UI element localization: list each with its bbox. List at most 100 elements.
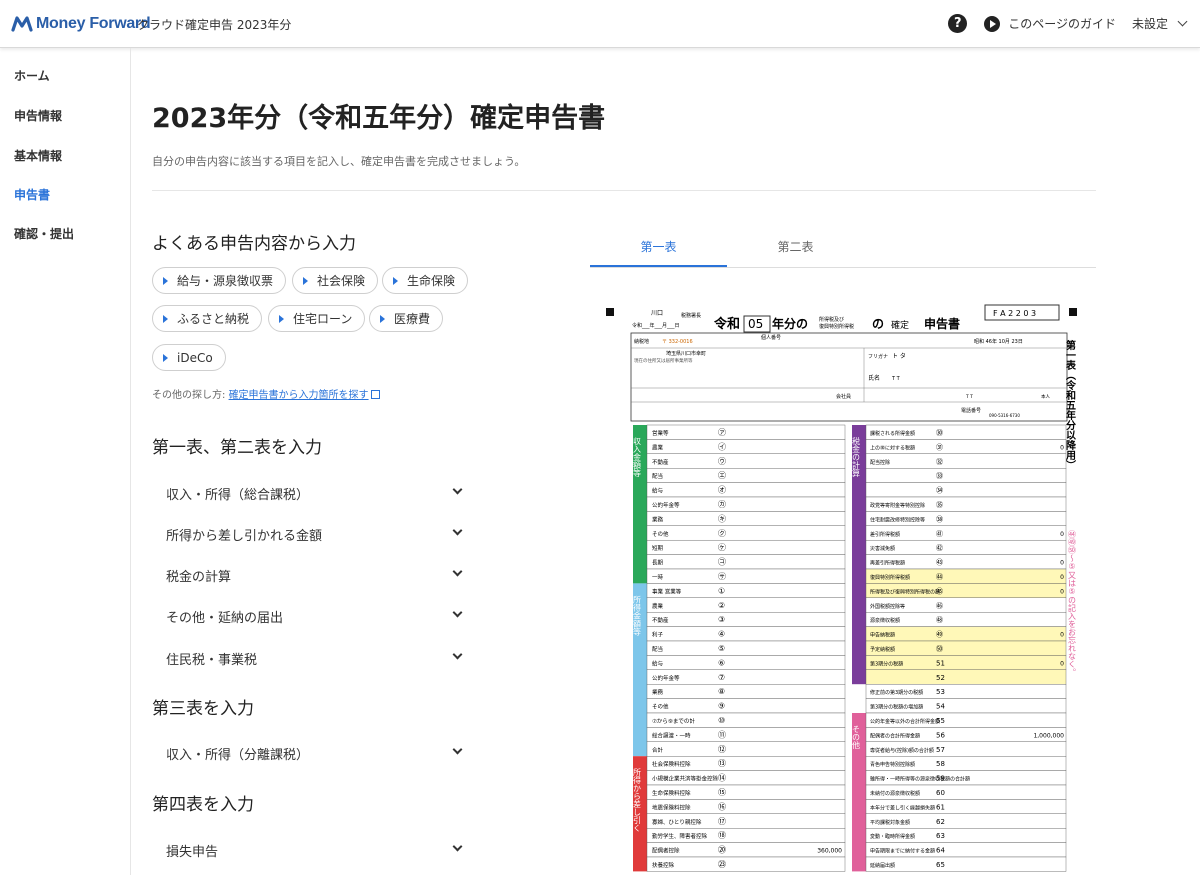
- sidebar-item-home[interactable]: ホーム: [14, 67, 50, 84]
- accordion-tax-calc[interactable]: 税金の計算: [166, 566, 466, 585]
- form-row: [646, 626, 846, 642]
- page-subtitle: 自分の申告内容に該当する項目を記入し、確定申告書を完成させましょう。: [152, 155, 526, 168]
- search-from-form-link[interactable]: 確定申告書から入力箇所を探す: [229, 390, 369, 401]
- chip-label: 給与・源泉徴収票: [177, 274, 274, 288]
- form-row-label: 未納付の源泉徴収税額: [870, 790, 920, 797]
- other-search: その他の探し方: 確定申告書から入力箇所を探す: [152, 386, 380, 401]
- chip-housing-loan[interactable]: 住宅ローン: [268, 305, 366, 332]
- form-row-mark: 63: [936, 832, 945, 840]
- accordion-deductions[interactable]: 所得から差し引かれる金額: [166, 525, 466, 544]
- form-row-label: 寡婦、ひとり親控除: [652, 818, 702, 826]
- form-small2: 復興特別所得税: [819, 323, 854, 330]
- form-row-label: 第3期分の税額: [870, 660, 903, 667]
- form-row-mark: ㋓: [718, 471, 726, 480]
- form-row-mark: ㉟: [936, 501, 943, 509]
- form-row-label: 事業 営業等: [652, 587, 682, 595]
- chip-ideco[interactable]: iDeCo: [152, 344, 226, 371]
- arrow-right-icon: [279, 314, 284, 323]
- chevron-down-icon: [452, 841, 463, 852]
- accordion-label: 損失申告: [166, 845, 219, 860]
- help-icon[interactable]: ?: [948, 14, 968, 33]
- form-band-label: 税金の計算: [852, 436, 861, 478]
- form-row-label: 給与: [652, 659, 663, 667]
- form-row-value: 360,000: [817, 848, 842, 855]
- form-head-mid: 年分の: [772, 316, 808, 331]
- chip-furusato[interactable]: ふるさと納税: [152, 305, 263, 332]
- accordion-loss[interactable]: 損失申告: [166, 841, 466, 860]
- form-row-label: 総合譲渡・一時: [652, 731, 691, 739]
- form-row: [646, 482, 846, 498]
- form-band-label: 所得から差し引く: [633, 767, 642, 832]
- form-head-no: の: [872, 317, 884, 331]
- form-row-mark: ⑤: [718, 644, 725, 653]
- chip-medical[interactable]: 医療費: [369, 305, 444, 332]
- arrow-right-icon: [163, 353, 168, 362]
- form-row-value: 0: [1060, 660, 1064, 667]
- form-row-label: 短期: [652, 544, 664, 552]
- form-row-label: 延納届出額: [870, 862, 895, 869]
- form-row: [865, 626, 1067, 642]
- form-row-mark: ㉛: [936, 443, 943, 451]
- form-row-label: 農業: [652, 602, 664, 610]
- sidebar-item-return[interactable]: 申告書: [14, 186, 50, 203]
- form-row-mark: ㊹: [936, 573, 943, 581]
- moneyforward-logo-icon: [11, 16, 33, 32]
- form-birth: 昭和 46年 10月 23日: [974, 338, 1023, 345]
- play-icon[interactable]: [984, 15, 1001, 32]
- form-row-label: 業務: [652, 515, 664, 523]
- sidebar-item-confirm-submit[interactable]: 確認・提出: [14, 225, 74, 242]
- user-menu[interactable]: 未設定: [1132, 15, 1188, 32]
- tax-form-preview[interactable]: 川口 税務署長 令和___年___月___日 令和 05 年分の 所得税及び 復…: [606, 300, 1093, 875]
- sidebar-item-basic-info[interactable]: 基本情報: [14, 147, 62, 164]
- form-row: [865, 453, 1067, 469]
- form-row-label: 公的年金等以外の合計所得金額: [870, 718, 940, 725]
- chevron-down-icon: [452, 566, 463, 577]
- form-row-label: 社会保険料控除: [652, 760, 691, 768]
- form-row-label: 一時: [652, 573, 664, 581]
- accordion-label: 所得から差し引かれる金額: [166, 529, 323, 544]
- section-title-form3: 第三表を入力: [152, 699, 254, 719]
- form-row-label: 扶養控除: [652, 861, 675, 869]
- form-row-label: 申告期限までに納付する金額: [870, 848, 935, 855]
- chevron-down-icon: [452, 744, 463, 755]
- form-row-label: 営業等: [652, 429, 669, 437]
- form-side-title: 第一表（令和五年分以降用）: [1064, 339, 1077, 470]
- form-row-label: 雑所得・一時所得等の源泉徴収税額の合計額: [870, 776, 970, 783]
- form-row: [646, 612, 846, 627]
- form-row-mark: ⑩: [718, 716, 725, 725]
- form-office: 川口: [651, 310, 663, 317]
- logo[interactable]: Money Forward: [11, 14, 151, 34]
- form-head-household: T T: [965, 394, 973, 400]
- form-head-kakutei: 確定: [891, 319, 909, 331]
- page-guide-link[interactable]: このページのガイド: [1008, 15, 1116, 32]
- accordion-label: 住民税・事業税: [166, 653, 258, 668]
- form-row-mark: ④: [718, 630, 725, 639]
- form-row-mark: ③: [718, 615, 725, 624]
- chip-social-insurance[interactable]: 社会保険: [292, 267, 379, 294]
- accordion-resident-tax[interactable]: 住民税・事業税: [166, 649, 466, 668]
- chip-label: 医療費: [394, 312, 431, 326]
- form-individual-label: 個人番号: [761, 334, 781, 341]
- tab-form2[interactable]: 第二表: [727, 238, 864, 255]
- form-row-mark: ㉓: [718, 860, 726, 869]
- accordion-income-general[interactable]: 収入・所得（総合課税）: [166, 484, 466, 503]
- accordion-other-deferral[interactable]: その他・延納の届出: [166, 607, 466, 626]
- chip-life-insurance[interactable]: 生命保険: [382, 267, 469, 294]
- form-row: [646, 467, 846, 483]
- form-row-label: 業務: [652, 688, 664, 696]
- arrow-right-icon: [303, 276, 308, 285]
- form-row: [646, 511, 846, 526]
- form-row-mark: ㉝: [936, 472, 943, 480]
- form-company: 会社員: [836, 393, 851, 400]
- form-row: [646, 525, 846, 541]
- tab-form1[interactable]: 第一表: [590, 238, 727, 255]
- accordion-income-separate[interactable]: 収入・所得（分離課税）: [166, 744, 466, 763]
- form-row-label: 変動・臨時所得金額: [870, 833, 915, 840]
- form-row-mark: ⑫: [718, 745, 726, 754]
- form-row-label: 外国税額控除等: [870, 603, 905, 610]
- external-link-icon: [370, 390, 380, 399]
- form-row-mark: ㋕: [718, 500, 726, 509]
- form-row-mark: 62: [936, 818, 945, 826]
- chip-salary[interactable]: 給与・源泉徴収票: [152, 267, 287, 294]
- sidebar-item-filing-info[interactable]: 申告情報: [14, 107, 62, 124]
